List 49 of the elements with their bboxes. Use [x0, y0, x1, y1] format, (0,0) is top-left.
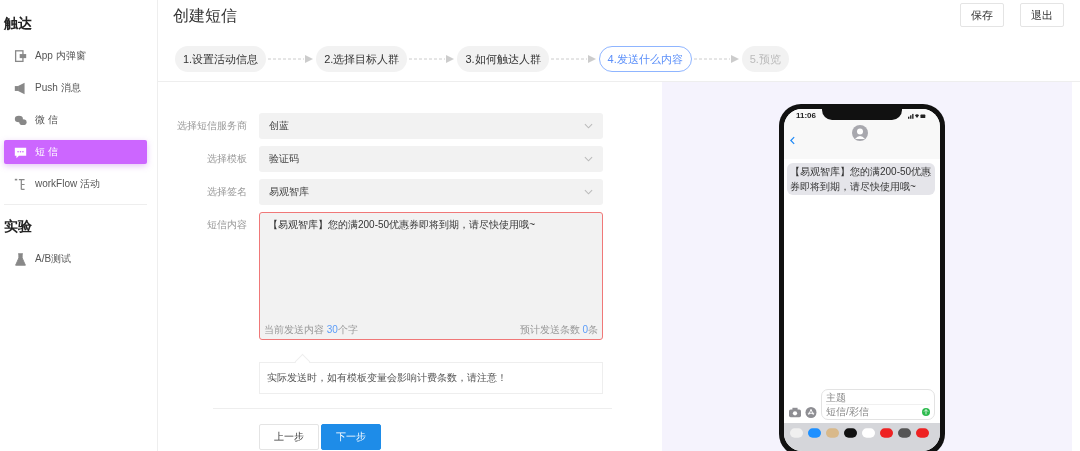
back-icon[interactable]	[790, 136, 795, 145]
step-button[interactable]: 下一步	[321, 424, 381, 450]
estimated-count: 预计发送条数 0条	[519, 323, 598, 337]
chevron-down-icon	[584, 189, 593, 195]
status-icons	[908, 112, 926, 119]
app-store-icon[interactable]	[805, 407, 817, 418]
megaphone-icon	[14, 81, 27, 95]
step-tab[interactable]: 3.如何触达人群	[457, 45, 549, 72]
send-icon[interactable]	[922, 407, 930, 416]
chat-icon	[14, 113, 27, 127]
arrow-icon	[409, 53, 456, 64]
avatar-icon	[852, 125, 868, 141]
group-title: 实验	[3, 217, 33, 236]
select-field[interactable]: 验证码	[259, 146, 603, 172]
notice-tooltip: 实际发送时，如有模板变量会影响计费条数，请注意！	[259, 362, 603, 394]
camera-icon[interactable]	[789, 407, 801, 418]
sidebar-item[interactable]: 微 信	[4, 108, 147, 132]
field-label: 短信内容	[206, 218, 248, 232]
popup-icon	[14, 49, 27, 63]
group-title: 触达	[3, 14, 33, 33]
sidebar-item[interactable]: workFlow 活动	[4, 172, 147, 196]
chevron-down-icon	[584, 123, 593, 129]
sidebar-item[interactable]: App 内弹窗	[4, 44, 147, 68]
compose-field[interactable]: 主题 短信/彩信	[821, 389, 935, 420]
step-tab[interactable]: 2.选择目标人群	[316, 45, 408, 72]
arrow-icon	[268, 53, 315, 64]
select-field[interactable]: 创蓝	[259, 113, 603, 139]
message-bubble: 【易观智库】您的满200-50优惠券即将到期，请尽快使用哦~	[787, 163, 935, 195]
app-icon[interactable]	[844, 428, 857, 438]
arrow-icon	[693, 53, 740, 64]
field-label: 选择短信服务商	[176, 119, 248, 133]
header-button[interactable]: 保存	[960, 3, 1004, 27]
select-field[interactable]: 易观智库	[259, 179, 603, 205]
step-tab[interactable]: 1.设置活动信息	[175, 45, 267, 72]
char-count: 当前发送内容 30个字	[264, 323, 358, 337]
field-label: 选择模板	[206, 152, 248, 166]
field-label: 选择签名	[206, 185, 248, 199]
chevron-down-icon	[584, 156, 593, 162]
header-button[interactable]: 退出	[1020, 3, 1064, 27]
message-textarea[interactable]: 【易观智库】您的满200-50优惠券即将到期，请尽快使用哦~ 当前发送内容 30个字 预计发送条数 0条	[259, 212, 603, 340]
message-icon	[14, 145, 27, 159]
arrow-icon	[550, 53, 597, 64]
sidebar-item[interactable]: A/B测试	[4, 247, 147, 271]
flask-icon	[14, 252, 27, 266]
page-title: 创建短信	[173, 6, 237, 26]
step-button[interactable]: 上一步	[259, 424, 319, 450]
tree-icon	[14, 177, 27, 191]
sidebar-item[interactable]: Push 消息	[4, 76, 147, 100]
status-time: 11:06	[796, 111, 817, 120]
